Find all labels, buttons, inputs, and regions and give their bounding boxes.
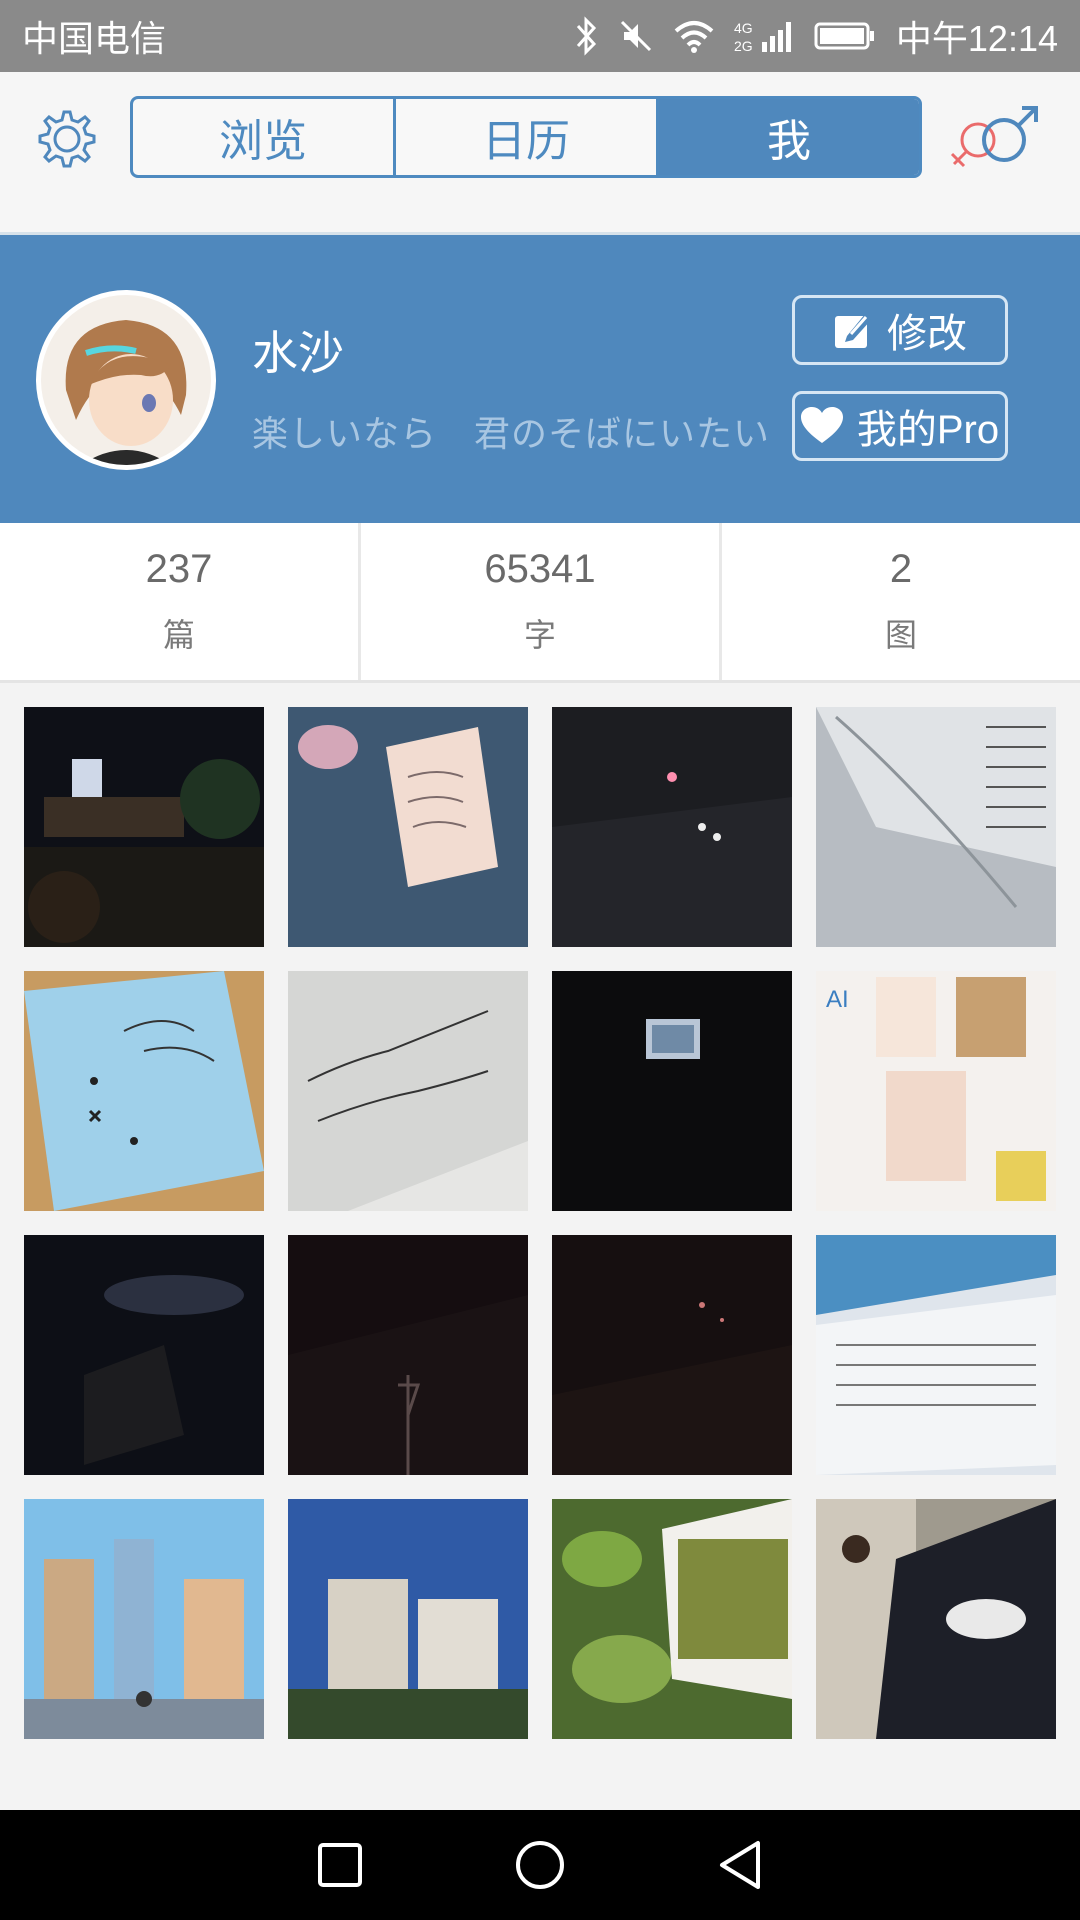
mute-icon <box>618 18 654 54</box>
gear-icon <box>38 110 96 168</box>
tab-calendar[interactable]: 日历 <box>396 99 659 175</box>
photo-grid: AI <box>24 707 1056 1739</box>
my-pro-button[interactable]: 我的Pro <box>792 391 1008 461</box>
photo-thumbnail[interactable] <box>24 1499 264 1739</box>
bluetooth-icon <box>574 16 598 56</box>
svg-text:4G: 4G <box>734 20 753 36</box>
username: 水沙 <box>252 327 344 379</box>
photo-thumbnail[interactable] <box>552 707 792 947</box>
photo-thumbnail[interactable] <box>288 1499 528 1739</box>
photo-thumbnail[interactable] <box>288 971 528 1211</box>
clock: 中午12:14 <box>895 18 1058 59</box>
photo-thumbnail[interactable] <box>816 1235 1056 1475</box>
signal-icon: 4G 2G <box>734 18 794 54</box>
svg-text:AI: AI <box>826 986 849 1013</box>
tab-bar: 浏览 日历 我 <box>130 96 922 178</box>
triangle-back-icon <box>720 1841 760 1889</box>
edit-icon <box>835 314 871 348</box>
profile-motto: 楽しいなら 君のそばにいたい <box>252 413 771 454</box>
battery-icon <box>814 21 876 51</box>
wifi-icon <box>674 19 714 53</box>
photo-thumbnail[interactable]: AI <box>816 971 1056 1211</box>
tab-browse[interactable]: 浏览 <box>133 99 396 175</box>
back-button[interactable] <box>710 1835 770 1895</box>
stat-value: 2 <box>889 547 913 591</box>
stats-bar: 237 篇 65341 字 2 图 <box>0 523 1080 683</box>
settings-button[interactable] <box>34 106 100 172</box>
circle-icon <box>516 1841 564 1889</box>
gender-icon <box>950 106 1038 168</box>
my-pro-label: 我的Pro <box>856 408 1000 452</box>
home-button[interactable] <box>510 1835 570 1895</box>
recents-button[interactable] <box>310 1835 370 1895</box>
stat-images[interactable]: 2 图 <box>722 523 1080 680</box>
photo-thumbnail[interactable] <box>552 1499 792 1739</box>
gender-button[interactable] <box>948 102 1046 178</box>
square-icon <box>318 1843 362 1887</box>
stat-value: 65341 <box>484 547 596 591</box>
photo-thumbnail[interactable] <box>24 707 264 947</box>
svg-text:2G: 2G <box>734 38 753 54</box>
photo-thumbnail[interactable] <box>24 971 264 1211</box>
edit-label: 修改 <box>887 312 967 356</box>
stat-label: 图 <box>884 617 917 653</box>
tab-me[interactable]: 我 <box>659 99 919 175</box>
top-bar: 浏览 日历 我 <box>0 72 1080 235</box>
heart-icon <box>800 407 843 443</box>
photo-thumbnail[interactable] <box>816 707 1056 947</box>
photo-thumbnail[interactable] <box>552 971 792 1211</box>
stat-words[interactable]: 65341 字 <box>361 523 722 680</box>
stat-label: 字 <box>523 617 556 653</box>
photo-thumbnail[interactable] <box>288 707 528 947</box>
photo-thumbnail[interactable] <box>816 1499 1056 1739</box>
photo-thumbnail[interactable] <box>552 1235 792 1475</box>
stat-value: 237 <box>145 547 213 591</box>
navigation-bar <box>0 1810 1080 1920</box>
status-bar: 中国电信 4G 2G 中午12:14 <box>0 0 1080 72</box>
stat-label: 篇 <box>162 617 195 653</box>
edit-profile-button[interactable]: 修改 <box>792 295 1008 365</box>
carrier-label: 中国电信 <box>22 18 167 59</box>
photo-thumbnail[interactable] <box>288 1235 528 1475</box>
stat-articles[interactable]: 237 篇 <box>0 523 361 680</box>
avatar[interactable] <box>36 290 216 470</box>
profile-banner: 水沙 楽しいなら 君のそばにいたい 修改 我的Pro <box>0 235 1080 523</box>
photo-thumbnail[interactable] <box>24 1235 264 1475</box>
